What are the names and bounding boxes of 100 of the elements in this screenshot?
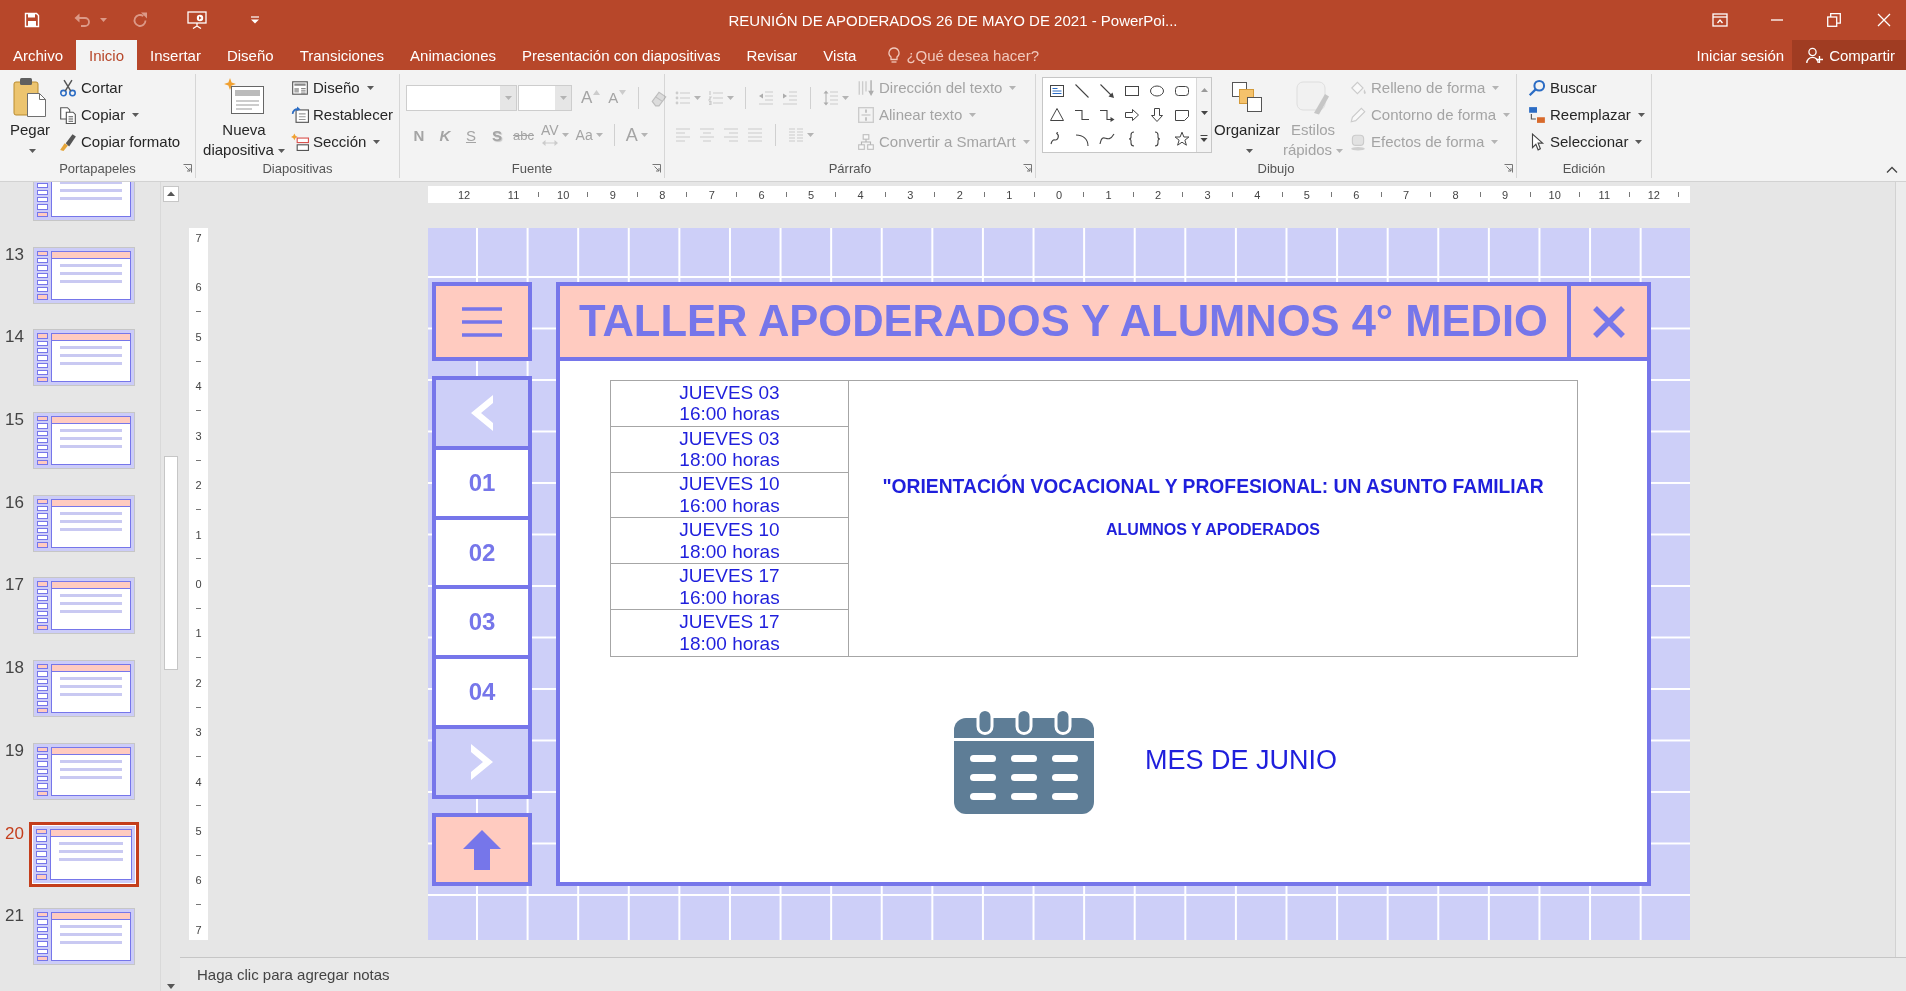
arc-icon[interactable] (1074, 131, 1090, 147)
page-number-tile: 02 (436, 519, 528, 586)
collapse-ribbon-icon[interactable] (1886, 166, 1898, 173)
ribbon-tab[interactable]: Inicio (76, 40, 138, 70)
ribbon-tab[interactable]: Revisar (733, 40, 811, 70)
ruler-number: 5 (193, 330, 204, 343)
group-label: Diapositivas (262, 161, 333, 176)
slide-number: 18 (4, 659, 25, 677)
group-label: Edición (1562, 161, 1606, 176)
slide-thumbnail[interactable] (33, 660, 135, 718)
table-cell: JUEVES 03 18:00 horas (611, 426, 848, 473)
elbow-connector-icon[interactable] (1074, 107, 1090, 123)
close-icon (1877, 13, 1891, 27)
table-cell: JUEVES 03 16:00 horas (611, 381, 848, 427)
triangle-icon[interactable] (1049, 107, 1065, 123)
ribbon-tab[interactable]: Diseño (213, 40, 287, 70)
slide-thumbnail[interactable] (33, 577, 135, 635)
slide-number: 17 (4, 576, 25, 594)
star-icon[interactable] (1174, 131, 1190, 147)
tell-me-field[interactable]: ¿Qué desea hacer? (906, 46, 1057, 64)
cut-button[interactable]: Cortar (56, 74, 184, 101)
chevron-left-icon (471, 394, 493, 431)
share-button[interactable]: Compartir (1792, 40, 1906, 70)
oval-icon[interactable] (1149, 83, 1165, 99)
up-arrow-icon (463, 829, 501, 870)
ruler-number: 10 (555, 188, 572, 201)
arrange-button[interactable]: Organizar (1212, 74, 1282, 159)
search-icon (1528, 78, 1546, 97)
scroll-down-icon[interactable] (1200, 111, 1208, 116)
scroll-thumb[interactable] (163, 456, 178, 670)
slide-number: 16 (4, 493, 25, 511)
dialog-launcher-icon[interactable] (1022, 164, 1032, 173)
right-arrow-icon[interactable] (1124, 107, 1140, 123)
ribbon-display-icon (1711, 12, 1728, 28)
select-button[interactable]: Seleccionar (1525, 128, 1648, 155)
diagram-icon (857, 132, 875, 151)
rounded-rectangle-icon[interactable] (1174, 83, 1190, 99)
sign-in-button[interactable]: Iniciar sesión (1688, 40, 1793, 70)
slide-thumbnail[interactable] (33, 329, 135, 387)
scroll-down-icon[interactable] (166, 984, 175, 989)
ruler-number: 6 (193, 281, 204, 294)
page-number-tile: 04 (436, 659, 528, 726)
scroll-up-icon[interactable] (162, 186, 179, 202)
new-slide-icon (222, 77, 266, 117)
caret-icon (1637, 112, 1645, 117)
caret-icon (969, 112, 977, 117)
down-arrow-icon[interactable] (1149, 107, 1165, 123)
bullet-list-icon (674, 90, 692, 106)
presentation-board-icon (187, 11, 207, 29)
dialog-launcher-icon[interactable] (1503, 164, 1513, 173)
elbow-arrow-icon[interactable] (1099, 107, 1115, 123)
dialog-launcher-icon[interactable] (182, 164, 192, 173)
text-box-icon[interactable] (1049, 83, 1065, 99)
slide-thumbnail[interactable] (33, 246, 135, 304)
slide-title: TALLER APODERADOS Y ALUMNOS 4° MEDIO (578, 296, 1549, 347)
shape-effects-icon (1349, 132, 1367, 151)
paintbrush-icon (59, 132, 77, 151)
arrow-line-icon[interactable] (1099, 83, 1115, 99)
slide-thumbnail[interactable] (33, 412, 135, 470)
section-button[interactable]: Sección (288, 128, 397, 155)
menu-icon (462, 306, 502, 337)
new-slide-button[interactable]: Nueva diapositiva (202, 74, 286, 159)
paste-button[interactable]: Pegar (6, 74, 54, 159)
more-icon[interactable] (1200, 135, 1208, 143)
align-text-icon (857, 105, 875, 124)
ribbon-tab[interactable]: Vista (810, 40, 870, 70)
pencil-icon (1349, 105, 1367, 124)
caret-icon (842, 96, 849, 100)
ribbon-tab[interactable]: Insertar (137, 40, 214, 70)
person-add-icon (1806, 46, 1824, 64)
ruler-number: 5 (193, 825, 204, 838)
ribbon-tab[interactable]: Archivo (0, 40, 77, 70)
caret-icon (1245, 148, 1253, 153)
slide-thumbnail[interactable] (33, 742, 135, 800)
find-button[interactable]: Buscar (1525, 74, 1648, 101)
slide-thumbnail[interactable] (33, 494, 135, 552)
reset-button[interactable]: Restablecer (288, 101, 397, 128)
chevron-right-icon (471, 744, 493, 781)
vertical-scrollbar[interactable] (1895, 182, 1906, 957)
format-painter-button[interactable]: Copiar formato (56, 128, 184, 155)
caret-icon (504, 96, 512, 100)
ruler-number: 2 (193, 479, 204, 492)
replace-button[interactable]: Reemplazar (1525, 101, 1648, 128)
curve-icon[interactable] (1099, 131, 1115, 147)
rectangle-icon[interactable] (1124, 83, 1140, 99)
ribbon-tab[interactable]: Transiciones (286, 40, 398, 70)
caret-icon (28, 148, 36, 153)
ruler-number: 11 (1596, 188, 1613, 201)
copy-button[interactable]: Copiar (56, 101, 184, 128)
overlapping-squares-icon (1231, 81, 1263, 113)
slide-thumbnail[interactable] (29, 821, 139, 887)
dialog-launcher-icon[interactable] (651, 164, 661, 173)
slide-thumbnail[interactable] (33, 908, 135, 966)
ribbon-tab[interactable]: Presentación con diapositivas (509, 40, 734, 70)
caret-icon (1336, 148, 1344, 153)
caret-down-icon (619, 90, 627, 95)
notes-field[interactable]: Haga clic para agregar notas (180, 958, 1906, 991)
ribbon-tab[interactable]: Animaciones (397, 40, 509, 70)
line-icon[interactable] (1074, 83, 1090, 99)
layout-button[interactable]: Diseño (288, 74, 397, 101)
